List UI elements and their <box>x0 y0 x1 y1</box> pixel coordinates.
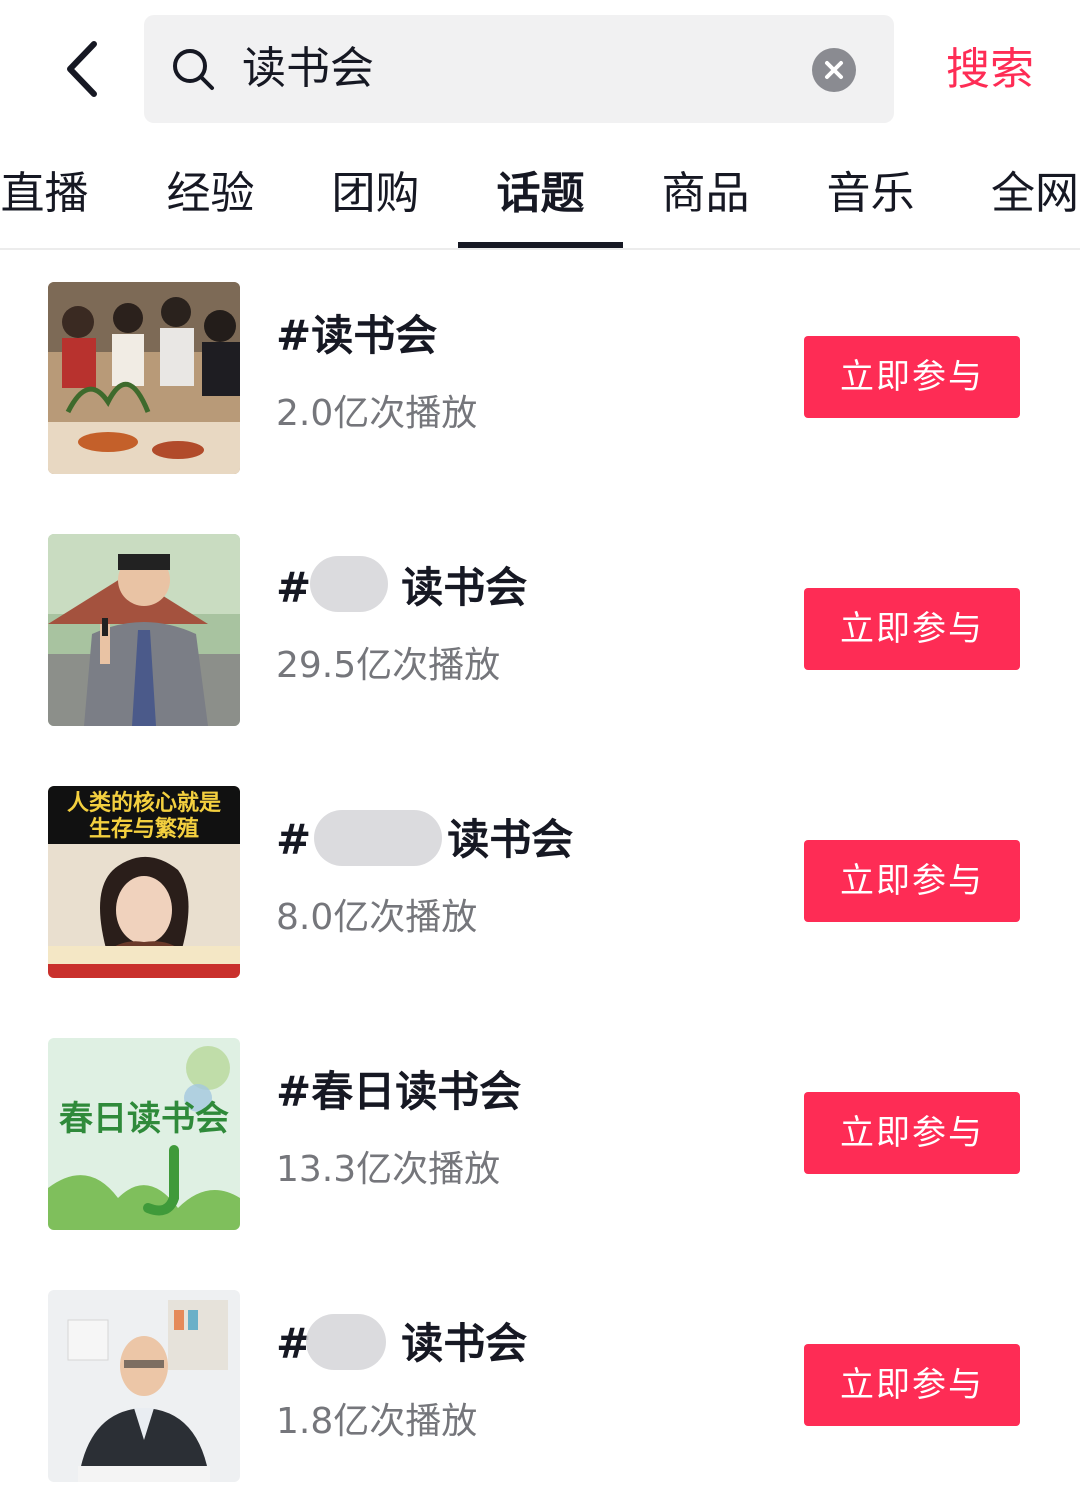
redaction-blur <box>310 556 388 612</box>
tab-music[interactable]: 音乐 <box>788 162 953 226</box>
thumbnail-caption: 人类的核心就是 <box>67 790 221 816</box>
title-hash: # <box>276 815 312 864</box>
join-button[interactable]: 立即参与 <box>804 1092 1020 1174</box>
list-item[interactable]: #读书会 2.0亿次播放 立即参与 <box>0 250 1080 502</box>
tab-products[interactable]: 商品 <box>623 162 788 226</box>
play-count: 8.0亿次播放 <box>276 897 478 938</box>
search-input[interactable] <box>242 37 782 101</box>
play-count: 1.8亿次播放 <box>276 1401 478 1442</box>
list-item[interactable]: # 读书会 29.5亿次播放 立即参与 <box>0 502 1080 754</box>
tab-group-buy[interactable]: 团购 <box>293 162 458 226</box>
topic-title: #读书会 <box>276 311 438 360</box>
search-icon <box>170 46 216 92</box>
active-tab-indicator <box>458 242 623 248</box>
join-button[interactable]: 立即参与 <box>804 840 1020 922</box>
join-button[interactable]: 立即参与 <box>804 588 1020 670</box>
tab-all-web[interactable]: 全网 <box>953 162 1080 226</box>
play-count: 2.0亿次播放 <box>276 393 478 434</box>
thumbnail-caption: 春日读书会 <box>59 1099 229 1139</box>
clear-circle-icon[interactable] <box>812 48 856 92</box>
search-button[interactable]: 搜索 <box>930 38 1050 102</box>
list-item[interactable]: # 读书会 1.8亿次播放 立即参与 <box>0 1258 1080 1510</box>
category-tabs: 直播 经验 团购 话题 商品 音乐 全网 <box>0 140 1080 250</box>
tab-topics[interactable]: 话题 <box>458 162 623 226</box>
title-hash: # <box>276 563 312 612</box>
topic-thumbnail <box>48 1290 240 1482</box>
join-button[interactable]: 立即参与 <box>804 336 1020 418</box>
title-suffix: 读书会 <box>447 815 574 864</box>
chevron-left-icon[interactable] <box>56 36 116 102</box>
topic-title: #春日读书会 <box>276 1067 522 1116</box>
redaction-blur <box>314 810 442 866</box>
list-item[interactable]: 人类的核心就是 生存与繁殖 # 读书会 8.0亿次播放 立即参与 <box>0 754 1080 1006</box>
top-bar: 搜索 <box>0 0 1080 140</box>
join-button[interactable]: 立即参与 <box>804 1344 1020 1426</box>
topic-thumbnail <box>48 282 240 474</box>
search-box[interactable] <box>144 15 894 123</box>
topic-thumbnail: 人类的核心就是 生存与繁殖 <box>48 786 240 978</box>
title-suffix: 读书会 <box>401 563 528 612</box>
redaction-blur <box>306 1314 386 1370</box>
play-count: 13.3亿次播放 <box>276 1149 501 1190</box>
topic-thumbnail <box>48 534 240 726</box>
tab-experience[interactable]: 经验 <box>128 162 293 226</box>
topic-thumbnail: 春日读书会 <box>48 1038 240 1230</box>
title-suffix: 读书会 <box>401 1319 528 1368</box>
list-item[interactable]: 春日读书会 #春日读书会 13.3亿次播放 立即参与 <box>0 1006 1080 1258</box>
thumbnail-caption: 生存与繁殖 <box>89 816 199 842</box>
play-count: 29.5亿次播放 <box>276 645 501 686</box>
tab-live[interactable]: 直播 <box>0 162 127 226</box>
